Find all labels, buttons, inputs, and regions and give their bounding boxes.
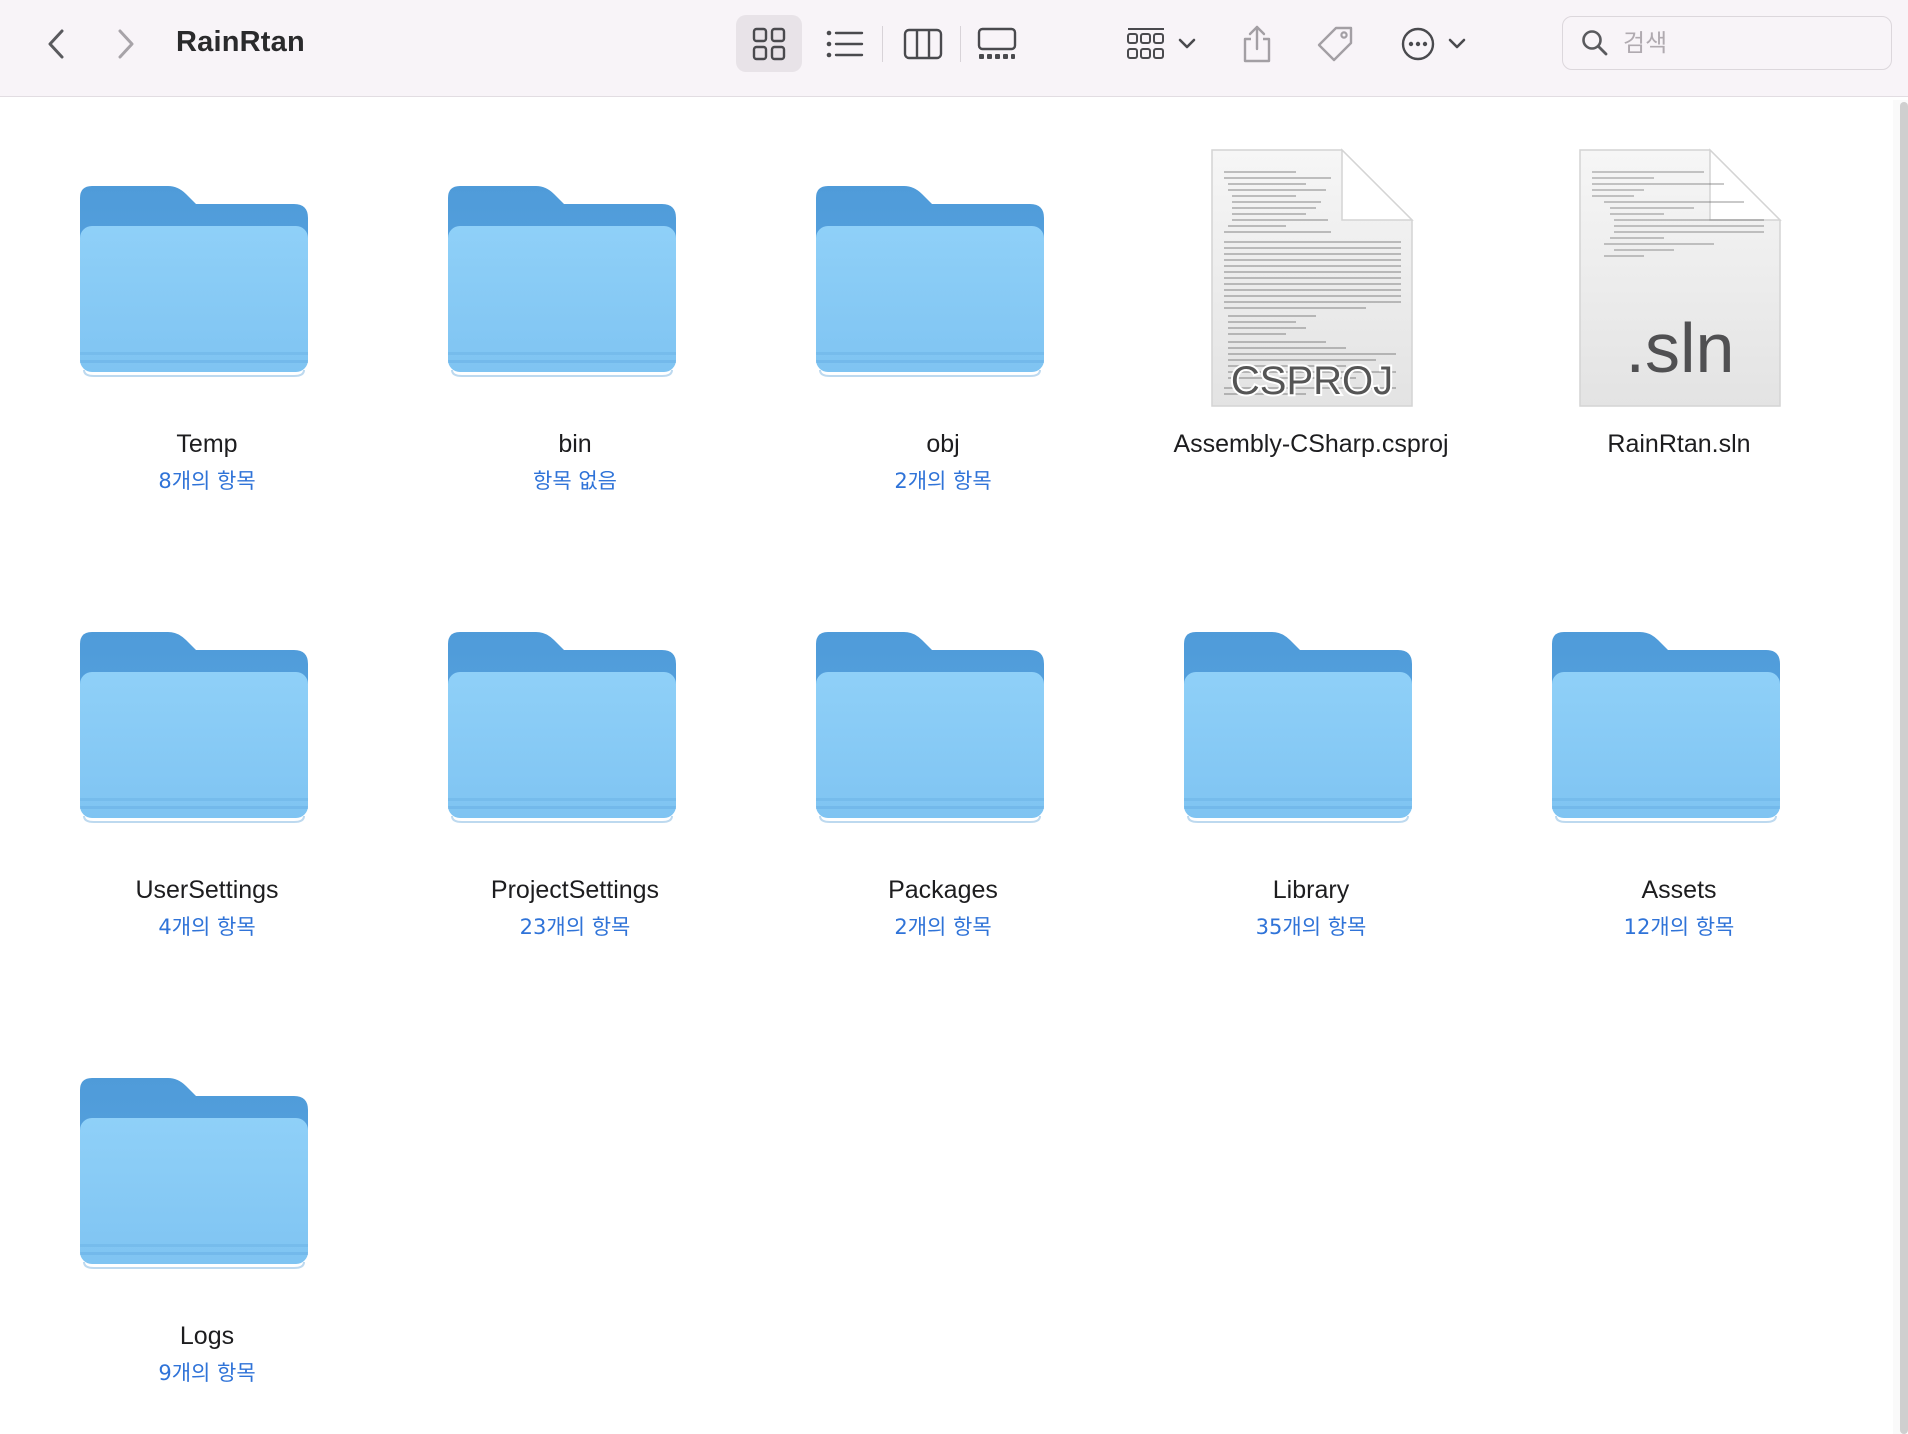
item-count: 4개의 항목: [158, 915, 256, 939]
folder-item-assets[interactable]: Assets 12개의 항목: [1514, 566, 1844, 941]
item-count: 8개의 항목: [158, 469, 256, 493]
item-name: Library: [1272, 876, 1350, 904]
chevron-left-icon: [48, 29, 64, 59]
folder-item-library[interactable]: Library 35개의 항목: [1146, 566, 1476, 941]
tag-button[interactable]: [1310, 15, 1360, 72]
item-count: 23개의 항목: [519, 915, 631, 939]
toolbar-divider: [960, 26, 961, 62]
folder-item-usersettings[interactable]: UserSettings 4개의 항목: [42, 566, 372, 941]
gallery-view-button[interactable]: [964, 15, 1030, 72]
csproj-document-icon: CSPROJ: [1146, 120, 1476, 410]
chevron-down-icon: [1178, 38, 1196, 48]
item-count: 2개의 항목: [894, 469, 992, 493]
folder-item-projectsettings[interactable]: ProjectSettings 23개의 항목: [410, 566, 740, 941]
folder-item-logs[interactable]: Logs 9개의 항목: [42, 1012, 372, 1387]
file-item-sln[interactable]: .sln RainRtan.sln: [1514, 120, 1844, 465]
item-name: Assembly-CSharp.csproj: [1173, 430, 1449, 458]
item-count: 9개의 항목: [158, 1361, 256, 1385]
list-view-button[interactable]: [812, 15, 878, 72]
item-name: ProjectSettings: [490, 876, 660, 904]
tag-icon: [1317, 26, 1353, 61]
ellipsis-circle-icon: [1401, 27, 1435, 60]
icon-view-button[interactable]: [736, 15, 802, 72]
item-name: UserSettings: [135, 876, 279, 904]
item-name: RainRtan.sln: [1607, 430, 1751, 458]
window-title: RainRtan: [176, 26, 305, 58]
item-name: Packages: [888, 876, 998, 904]
sln-document-icon: .sln: [1514, 120, 1844, 410]
item-count: 항목 없음: [533, 469, 617, 493]
back-button[interactable]: [36, 22, 76, 66]
toolbar: RainRtan: [0, 0, 1908, 97]
folder-item-obj[interactable]: obj 2개의 항목: [778, 120, 1108, 495]
group-icon: [1127, 27, 1164, 59]
item-name: bin: [558, 430, 592, 458]
item-name: Logs: [179, 1322, 235, 1350]
gallery-icon: [977, 27, 1017, 59]
folder-icon: [42, 1012, 372, 1302]
search-field[interactable]: [1562, 16, 1892, 70]
folder-icon: [42, 120, 372, 410]
document-badge: CSPROJ: [1231, 359, 1393, 403]
file-item-csproj[interactable]: CSPROJ Assembly-CSharp.csproj: [1146, 120, 1476, 465]
folder-icon: [1514, 566, 1844, 856]
folder-icon: [42, 566, 372, 856]
chevron-right-icon: [118, 29, 134, 59]
folder-item-bin[interactable]: bin 항목 없음: [410, 120, 740, 495]
share-button[interactable]: [1232, 15, 1282, 72]
folder-icon: [410, 566, 740, 856]
more-actions-button[interactable]: [1392, 15, 1476, 72]
folder-icon: [778, 566, 1108, 856]
folder-item-packages[interactable]: Packages 2개의 항목: [778, 566, 1108, 941]
search-input[interactable]: [1621, 28, 1885, 58]
item-name: Temp: [176, 430, 238, 458]
item-name: obj: [926, 430, 960, 458]
list-icon: [826, 30, 864, 57]
group-by-button[interactable]: [1118, 15, 1206, 72]
folder-icon: [778, 120, 1108, 410]
item-name: Assets: [1641, 876, 1717, 904]
chevron-down-icon: [1448, 38, 1466, 48]
forward-button[interactable]: [106, 22, 146, 66]
folder-icon: [1146, 566, 1476, 856]
item-count: 2개의 항목: [894, 915, 992, 939]
scrollbar-thumb[interactable]: [1900, 102, 1908, 1434]
column-view-button[interactable]: [890, 15, 956, 72]
search-icon: [1582, 30, 1608, 56]
document-badge: .sln: [1626, 309, 1735, 387]
columns-icon: [903, 28, 943, 59]
folder-item-temp[interactable]: Temp 8개의 항목: [42, 120, 372, 495]
share-icon: [1243, 25, 1271, 62]
item-count: 35개의 항목: [1255, 915, 1367, 939]
toolbar-divider: [882, 26, 883, 62]
grid-icon: [752, 27, 786, 60]
item-count: 12개의 항목: [1623, 915, 1735, 939]
folder-icon: [410, 120, 740, 410]
